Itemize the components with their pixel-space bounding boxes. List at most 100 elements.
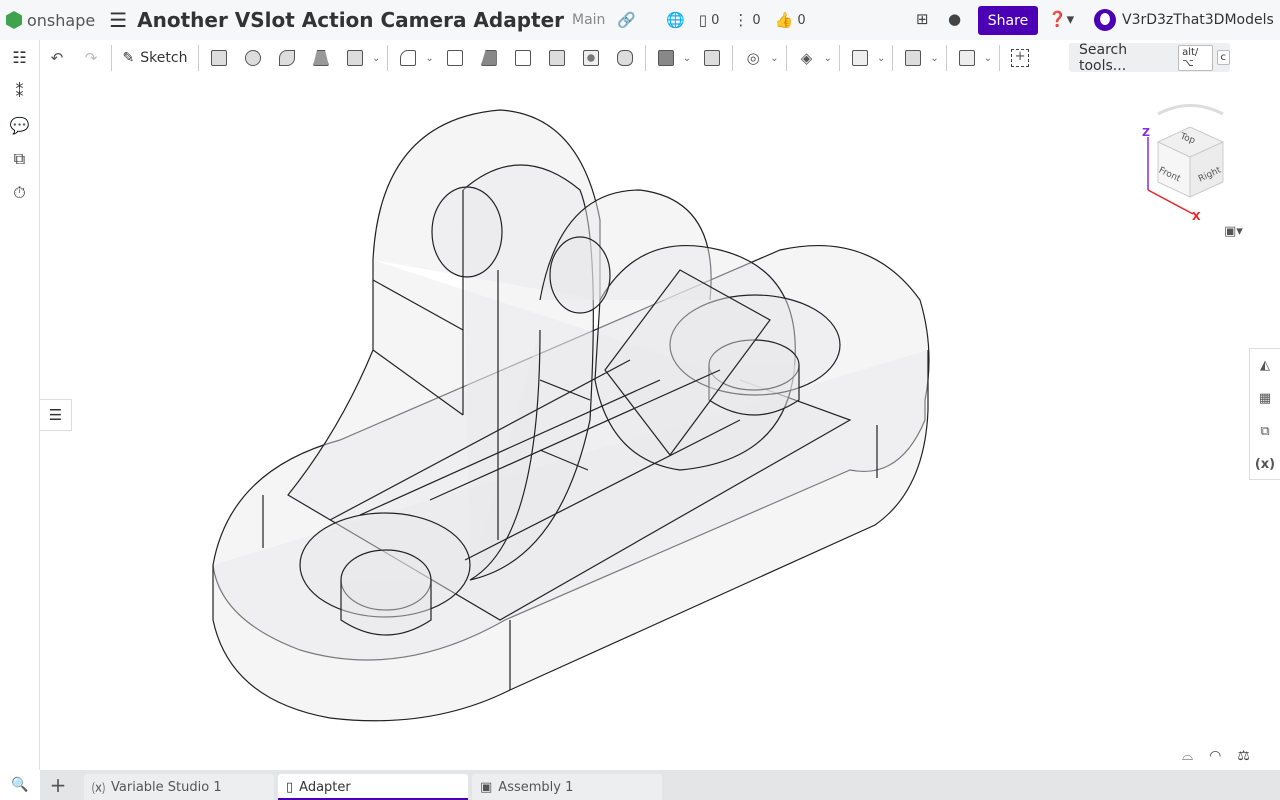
onshape-logo[interactable]: onshape [6, 11, 95, 30]
add-tab-icon[interactable]: + [40, 770, 76, 800]
feature-list-icon[interactable]: ☷ [0, 40, 39, 74]
top-bar: onshape ☰ Another VSlot Action Camera Ad… [0, 0, 1280, 40]
avatar [1094, 9, 1116, 31]
measure-icon[interactable]: ⌓ [1182, 748, 1193, 764]
search-placeholder: Search tools... [1079, 41, 1128, 74]
mass-properties-icon[interactable]: ⚖ [1237, 748, 1250, 764]
user-menu[interactable]: V3rD3zThat3DModels▼ [1094, 9, 1280, 31]
chevron-down-icon[interactable]: ⌄ [770, 53, 778, 64]
thicken-tool[interactable] [338, 43, 372, 73]
document-title[interactable]: Another VSlot Action Camera Adapter [137, 8, 564, 32]
link-icon[interactable]: 🔗 [617, 11, 636, 29]
divider [945, 45, 947, 71]
versions-button[interactable]: ▯ 0 [699, 11, 720, 29]
variables-icon[interactable]: (x) [1250, 448, 1280, 481]
assembly-icon: ▣ [480, 779, 493, 795]
extrude-tool[interactable] [202, 43, 236, 73]
part-model[interactable] [41, 76, 1280, 770]
add-custom-feature-button[interactable]: + [1003, 43, 1037, 73]
view-cube[interactable]: Z X Top Front Right ▣▾ [1118, 92, 1268, 242]
plane-tool[interactable] [843, 43, 877, 73]
chamfer-tool[interactable] [438, 43, 472, 73]
chevron-down-icon[interactable]: ⌄ [372, 53, 380, 64]
revolve-tool[interactable] [236, 43, 270, 73]
viewport-tools: ⌓ ◠ ⚖ [1182, 748, 1250, 764]
add-variable-icon[interactable]: ⁑ [0, 74, 39, 108]
loft-tool[interactable] [304, 43, 338, 73]
app-store-icon[interactable]: ⊞ [916, 10, 929, 28]
branch-label[interactable]: Main [572, 12, 605, 28]
chevron-down-icon[interactable]: ⌄ [984, 53, 992, 64]
user-name: V3rD3zThat3DModels [1122, 12, 1274, 28]
share-button[interactable]: Share [978, 6, 1038, 35]
hamburger-menu-icon[interactable]: ☰ [109, 8, 127, 32]
divider [999, 45, 1001, 71]
shortcut-key: c [1216, 50, 1230, 65]
tab-variable-studio[interactable]: ⒳ Variable Studio 1 [84, 774, 274, 800]
tab-label: Assembly 1 [498, 779, 574, 795]
variable-studio-icon: ⒳ [92, 781, 106, 797]
parts-icon[interactable]: ⧉ [0, 142, 39, 176]
axis-z-label: Z [1142, 126, 1150, 139]
divider [387, 45, 389, 71]
section-view-icon[interactable]: ◠ [1209, 748, 1221, 764]
chevron-down-icon[interactable]: ⌄ [930, 53, 938, 64]
divider [838, 45, 840, 71]
comments-icon[interactable]: 💬 [0, 108, 39, 142]
chevron-down-icon[interactable]: ⌄ [683, 53, 691, 64]
axis-x-label: X [1192, 210, 1201, 223]
divider [111, 45, 112, 71]
draft-tool[interactable] [472, 43, 506, 73]
branches-button[interactable]: ⋮ 0 [733, 11, 760, 29]
mate-connector-tool[interactable] [896, 43, 930, 73]
likes-count: 0 [797, 12, 806, 28]
chevron-down-icon[interactable]: ⌄ [877, 53, 885, 64]
tab-bar: 🔍 + ⒳ Variable Studio 1 ▯ Adapter ▣ Assembl… [0, 770, 1280, 800]
sketch-button[interactable]: ✎ Sketch [115, 43, 195, 73]
search-tools-input[interactable]: Search tools... alt/⌥ c [1069, 41, 1230, 74]
divider [892, 45, 894, 71]
pattern-tool[interactable]: ◈ [790, 43, 824, 73]
3d-viewport[interactable] [41, 76, 1280, 770]
chevron-down-icon[interactable]: ⌄ [425, 53, 433, 64]
divider [198, 45, 199, 71]
part-studio-icon: ▯ [286, 779, 294, 795]
shell-tool[interactable] [540, 43, 574, 73]
thread-tool[interactable] [608, 43, 642, 73]
tab-assembly[interactable]: ▣ Assembly 1 [472, 774, 662, 800]
left-sidebar: ☷ ⁑ 💬 ⧉ ⏱ [0, 40, 40, 770]
right-panel: ◭ ▦ ⧉ (x) [1249, 348, 1280, 480]
search-tabs-icon[interactable]: 🔍 [0, 770, 40, 800]
sketch-label: Sketch [140, 50, 188, 66]
tab-label: Variable Studio 1 [111, 779, 222, 795]
divider [732, 45, 734, 71]
redo-button[interactable]: ↷ [74, 43, 108, 73]
split-tool[interactable] [695, 43, 729, 73]
appearance-icon[interactable]: ◭ [1250, 349, 1280, 382]
boolean-tool[interactable] [649, 43, 683, 73]
view-options-icon[interactable]: ▣▾ [1224, 224, 1243, 239]
sweep-tool[interactable] [270, 43, 304, 73]
fillet-tool[interactable] [391, 43, 425, 73]
divider [644, 45, 646, 71]
like-button[interactable]: 👍 0 [775, 11, 806, 29]
help-icon[interactable]: ❓▾ [1048, 10, 1074, 28]
undo-button[interactable]: ↶ [40, 43, 74, 73]
sheet-metal-tool[interactable] [950, 43, 984, 73]
hole-tool[interactable] [574, 43, 608, 73]
brand-name: onshape [27, 10, 96, 30]
logo-icon [6, 11, 22, 29]
pencil-icon: ✎ [122, 50, 135, 66]
shortcut-key: alt/⌥ [1178, 44, 1213, 71]
rib-tool[interactable] [506, 43, 540, 73]
history-icon[interactable]: ⏱ [0, 176, 39, 210]
globe-icon[interactable]: 🌐 [666, 11, 685, 29]
learning-icon[interactable]: ● [948, 10, 961, 28]
tab-adapter[interactable]: ▯ Adapter [278, 774, 468, 800]
configurations-icon[interactable]: ⧉ [1250, 415, 1280, 448]
branches-count: 0 [752, 12, 761, 28]
chevron-down-icon[interactable]: ⌄ [824, 53, 832, 64]
divider [785, 45, 787, 71]
transform-tool[interactable]: ◎ [736, 43, 770, 73]
bom-icon[interactable]: ▦ [1250, 382, 1280, 415]
